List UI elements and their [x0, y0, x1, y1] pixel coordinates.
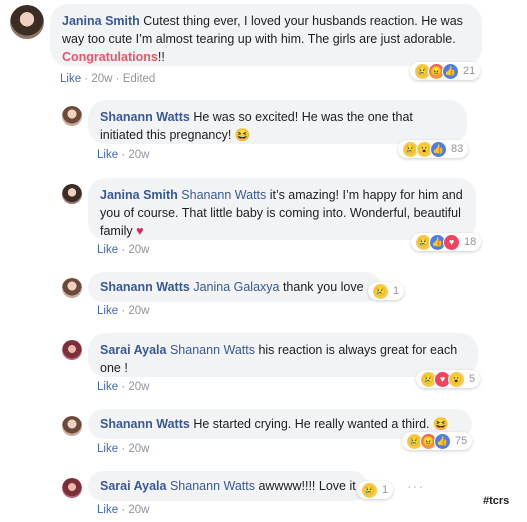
reaction-count: 75 — [455, 435, 468, 447]
like-icon: 👍 — [434, 432, 451, 450]
like-icon: 👍 — [442, 62, 459, 80]
love-icon: ♥ — [443, 233, 460, 251]
comment-text: thank you love — [279, 280, 364, 294]
reaction-summary[interactable]: 😢 1 — [357, 481, 394, 499]
reaction-summary[interactable]: 😢 👍 ♥ 18 — [411, 233, 482, 251]
highlighted-word: Congratulations — [62, 50, 158, 64]
timestamp[interactable]: 20w — [128, 504, 149, 516]
like-button[interactable]: Like — [97, 504, 118, 516]
reaction-summary[interactable]: 😢 😠 👍 21 — [410, 62, 481, 80]
avatar[interactable] — [62, 478, 82, 498]
comment-meta: Like · 20w — [97, 305, 149, 317]
author-name[interactable]: Janina Smith — [62, 14, 140, 28]
wow-icon: 😮 — [448, 370, 465, 388]
separator: · — [84, 73, 89, 85]
reaction-count: 1 — [393, 285, 400, 297]
comment-bubble: Janina Smith Cutest thing ever, I loved … — [50, 4, 482, 66]
separator: · — [115, 73, 120, 85]
avatar[interactable] — [62, 184, 82, 204]
author-name[interactable]: Shanann Watts — [100, 417, 190, 431]
timestamp[interactable]: 20w — [128, 381, 149, 393]
timestamp[interactable]: 20w — [91, 73, 112, 85]
reaction-summary[interactable]: 😢 😮 👍 83 — [398, 140, 469, 158]
separator: · — [121, 244, 126, 256]
comment-meta: Like · 20w — [97, 443, 149, 455]
comment-meta: Like · 20w — [97, 149, 149, 161]
sad-icon: 😢 — [361, 481, 378, 499]
comment-bubble: Janina Smith Shanann Watts it’s amazing!… — [88, 178, 476, 240]
comment-text: He started crying. He really wanted a th… — [193, 417, 449, 431]
mention-link[interactable]: Janina Galaxya — [193, 280, 279, 294]
avatar[interactable] — [62, 278, 82, 298]
like-icon: 👍 — [430, 140, 447, 158]
author-name[interactable]: Shanann Watts — [100, 110, 190, 124]
separator: · — [121, 443, 126, 455]
sad-icon: 😢 — [372, 282, 389, 300]
like-button[interactable]: Like — [97, 149, 118, 161]
separator: · — [121, 504, 126, 516]
separator: · — [121, 149, 126, 161]
comment-bubble: Shanann Watts Janina Galaxya thank you l… — [88, 272, 381, 302]
more-options-icon[interactable]: ··· — [407, 478, 424, 494]
timestamp[interactable]: 20w — [128, 305, 149, 317]
edited-label[interactable]: Edited — [123, 73, 156, 85]
mention-link[interactable]: Shanann Watts — [170, 343, 255, 357]
author-name[interactable]: Janina Smith — [100, 188, 178, 202]
avatar[interactable] — [62, 416, 82, 436]
reaction-summary[interactable]: 😢 😠 👍 75 — [402, 432, 473, 450]
comment-meta: Like · 20w — [97, 244, 149, 256]
comment-text: awwww!!!! Love it — [254, 479, 356, 493]
reaction-count: 21 — [463, 65, 476, 77]
reaction-count: 18 — [464, 236, 477, 248]
separator: · — [121, 305, 126, 317]
like-button[interactable]: Like — [60, 73, 81, 85]
author-name[interactable]: Shanann Watts — [100, 280, 190, 294]
separator: · — [121, 381, 126, 393]
like-button[interactable]: Like — [97, 305, 118, 317]
like-button[interactable]: Like — [97, 443, 118, 455]
mention-link[interactable]: Shanann Watts — [181, 188, 266, 202]
hashtag-watermark: #tcrs — [483, 495, 510, 507]
reaction-summary[interactable]: 😢 ♥ 😮 5 — [416, 370, 481, 388]
reaction-summary[interactable]: 😢 1 — [368, 282, 405, 300]
comment-meta: Like · 20w — [97, 381, 149, 393]
avatar[interactable] — [10, 5, 44, 39]
heart-emoji: ♥ — [136, 224, 144, 238]
comment-text-end: !! — [157, 50, 165, 64]
reaction-count: 1 — [382, 484, 389, 496]
timestamp[interactable]: 20w — [128, 443, 149, 455]
avatar[interactable] — [62, 340, 82, 360]
reaction-count: 83 — [451, 143, 464, 155]
comment-meta: Like · 20w — [97, 504, 149, 516]
like-button[interactable]: Like — [97, 381, 118, 393]
author-name[interactable]: Sarai Ayala — [100, 479, 166, 493]
timestamp[interactable]: 20w — [128, 244, 149, 256]
comment-bubble: Sarai Ayala Shanann Watts awwww!!!! Love… — [88, 471, 368, 501]
comment-meta: Like · 20w · Edited — [60, 73, 155, 85]
like-button[interactable]: Like — [97, 244, 118, 256]
author-name[interactable]: Sarai Ayala — [100, 343, 166, 357]
mention-link[interactable]: Shanann Watts — [170, 479, 255, 493]
timestamp[interactable]: 20w — [128, 149, 149, 161]
comment-bubble: Shanann Watts He was so excited! He was … — [88, 100, 467, 144]
reaction-count: 5 — [469, 373, 476, 385]
avatar[interactable] — [62, 106, 82, 126]
